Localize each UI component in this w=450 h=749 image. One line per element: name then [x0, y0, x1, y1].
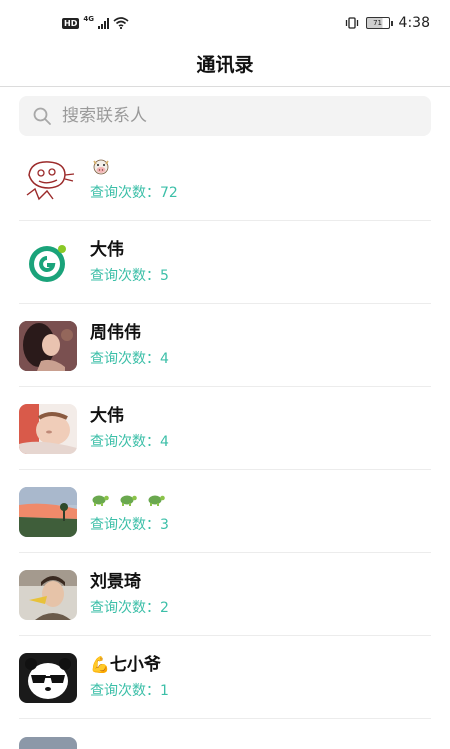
query-count-value: 2 — [160, 600, 169, 616]
contact-name: 大伟 — [90, 240, 124, 260]
turtle-emoji-icon — [148, 495, 165, 506]
contact-row[interactable]: 周伟伟 查询次数： 4 — [0, 304, 450, 387]
wifi-icon — [113, 17, 129, 29]
green-g-logo-avatar — [19, 237, 77, 288]
query-count-value: 3 — [160, 517, 169, 533]
turtle-emoji-icon — [92, 495, 109, 506]
query-count: 查询次数： 1 — [90, 680, 169, 702]
query-count-label: 查询次数： — [90, 683, 160, 699]
vibrate-icon — [345, 17, 358, 29]
baby-photo-avatar — [19, 403, 77, 454]
contact-info: 查询次数： 72 — [90, 155, 178, 204]
status-right: 71 4:38 — [344, 15, 430, 31]
contact-name — [90, 487, 174, 511]
flexed-biceps-icon: 💪 — [90, 655, 110, 674]
contact-row[interactable]: 查询次数： 72 — [0, 138, 450, 221]
contact-list: 查询次数： 72 大伟 查询次数： 5 周伟伟 查询次数： 4 大伟 查询次数：… — [0, 138, 450, 719]
battery-icon: 71 — [365, 17, 393, 29]
query-count: 查询次数： 72 — [90, 182, 178, 204]
status-time: 4:38 — [398, 15, 430, 31]
contact-row[interactable]: 大伟 查询次数： 4 — [0, 387, 450, 470]
hand-drawn-face-avatar — [19, 154, 77, 205]
hd-badge: HD — [62, 17, 80, 29]
contact-info: 查询次数： 3 — [90, 487, 174, 536]
query-count-value: 72 — [160, 185, 178, 201]
sunset-photo-avatar — [19, 486, 77, 537]
contact-name: 周伟伟 — [90, 323, 141, 343]
status-left: HD 4G — [62, 15, 129, 29]
query-count-label: 查询次数： — [90, 268, 160, 284]
query-count-label: 查询次数： — [90, 185, 160, 201]
panda-sunglasses-avatar — [19, 652, 77, 703]
contact-name: 大伟 — [90, 406, 124, 426]
query-count: 查询次数： 5 — [90, 265, 169, 287]
contact-info: 大伟 查询次数： 5 — [90, 238, 169, 287]
turtle-emoji-icon — [120, 495, 137, 506]
query-count: 查询次数： 4 — [90, 431, 169, 453]
query-count-value: 4 — [160, 351, 169, 367]
contact-info: 刘景琦 查询次数： 2 — [90, 570, 169, 619]
search-icon — [33, 107, 51, 125]
contact-name: 刘景琦 — [90, 572, 141, 592]
query-count: 查询次数： 4 — [90, 348, 169, 370]
contact-name: 💪七小爷 — [90, 653, 169, 677]
contact-row[interactable]: 大伟 查询次数： 5 — [0, 221, 450, 304]
page-title: 通讯录 — [196, 53, 254, 76]
query-count: 查询次数： 3 — [90, 514, 174, 536]
query-count-label: 查询次数： — [90, 517, 160, 533]
query-count-label: 查询次数： — [90, 351, 160, 367]
query-count-value: 5 — [160, 268, 169, 284]
contact-row[interactable]: 刘景琦 查询次数： 2 — [0, 553, 450, 636]
contact-name — [90, 155, 178, 179]
query-count-value: 4 — [160, 434, 169, 450]
app-header: 通讯录 — [0, 40, 450, 87]
query-count-label: 查询次数： — [90, 434, 160, 450]
person-photo-avatar — [19, 569, 77, 620]
contact-name-text: 七小爷 — [109, 655, 161, 675]
cow-emoji-icon — [93, 159, 109, 175]
contact-row[interactable]: 查询次数： 3 — [0, 470, 450, 553]
signal-icon — [97, 17, 109, 29]
portrait-photo-avatar — [19, 320, 77, 371]
query-count-label: 查询次数： — [90, 600, 160, 616]
network-type: 4G — [83, 15, 94, 23]
contact-info: 大伟 查询次数： 4 — [90, 404, 169, 453]
contact-info: 💪七小爷 查询次数： 1 — [90, 653, 169, 702]
contact-row[interactable]: 💪七小爷 查询次数： 1 — [0, 636, 450, 719]
battery-level: 71 — [365, 17, 390, 29]
contact-info: 周伟伟 查询次数： 4 — [90, 321, 169, 370]
search-input[interactable] — [60, 105, 384, 127]
search-bar[interactable] — [19, 96, 431, 136]
query-count-value: 1 — [160, 683, 169, 699]
query-count: 查询次数： 2 — [90, 597, 169, 619]
next-contact-avatar-partial — [19, 737, 77, 749]
